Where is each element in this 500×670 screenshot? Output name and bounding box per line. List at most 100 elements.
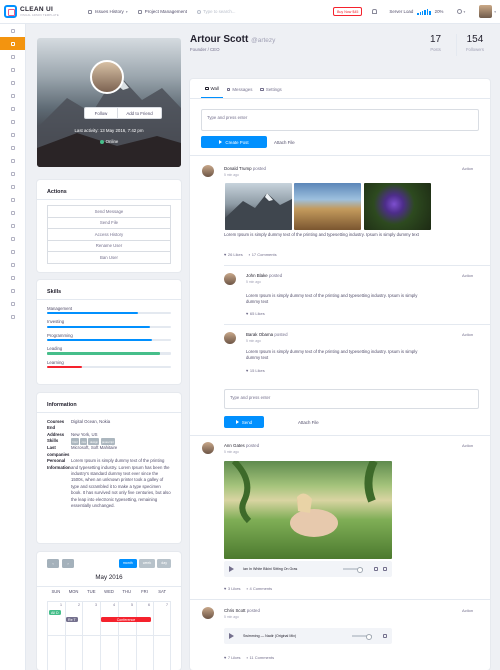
calendar-next-button[interactable]: › — [62, 559, 74, 568]
help-icon — [10, 301, 15, 306]
sidebar-item-21[interactable] — [0, 310, 25, 323]
ban-user-button[interactable]: Ban User — [47, 251, 171, 264]
avatar[interactable] — [202, 607, 214, 619]
download-icon[interactable] — [383, 567, 387, 571]
calendar-date[interactable]: 5 — [131, 603, 133, 607]
sidebar-item-9[interactable] — [0, 154, 25, 167]
audio-player[interactable]: Ian In White Bikini Sitting On Gras — [224, 561, 392, 577]
avatar[interactable] — [224, 273, 236, 285]
sidebar-item-4[interactable] — [0, 89, 25, 102]
language-selector[interactable]: ▾ — [457, 9, 465, 14]
play-icon[interactable] — [229, 633, 234, 639]
calendar-day-button[interactable]: day — [157, 559, 171, 568]
attach-file-link[interactable]: Attach File — [298, 420, 319, 425]
post-input[interactable]: Type and press enter — [201, 109, 479, 131]
sidebar-item-6[interactable] — [0, 115, 25, 128]
calendar-month-button[interactable]: month — [118, 559, 137, 568]
volume-slider[interactable] — [343, 567, 363, 572]
sidebar-item-8[interactable] — [0, 141, 25, 154]
follow-button[interactable]: Follow — [84, 107, 118, 119]
volume-slider[interactable] — [352, 634, 372, 639]
post-image-beach[interactable] — [224, 461, 392, 559]
sidebar-item-profile[interactable] — [0, 37, 25, 50]
rename-user-button[interactable]: Rename User — [47, 239, 171, 252]
avatar[interactable] — [202, 165, 214, 177]
globe-icon — [457, 9, 463, 14]
sidebar-item-20[interactable] — [0, 297, 25, 310]
sidebar-item-3[interactable] — [0, 76, 25, 89]
followers-stat: 154 Followers — [466, 34, 484, 52]
sidebar-item-14[interactable] — [0, 219, 25, 232]
send-message-button[interactable]: Send Message — [47, 205, 171, 218]
tab-messages[interactable]: Messages — [223, 87, 257, 98]
post-image-flower[interactable] — [364, 183, 431, 230]
calendar-week-button[interactable]: week — [138, 559, 156, 568]
bell-icon[interactable] — [372, 9, 378, 14]
issues-history-link[interactable]: Issues History ▾ — [88, 9, 128, 14]
post-action-dropdown[interactable]: Action — [462, 443, 473, 448]
sidebar-item-11[interactable] — [0, 180, 25, 193]
calendar-date[interactable]: 3 — [95, 603, 97, 607]
sidebar-item-2[interactable] — [0, 63, 25, 76]
sidebar-item-1[interactable] — [0, 50, 25, 63]
chevron-down-icon[interactable]: ▾ — [494, 10, 496, 14]
sidebar-item-15[interactable] — [0, 232, 25, 245]
sidebar-item-5[interactable] — [0, 102, 25, 115]
sidebar-item-10[interactable] — [0, 167, 25, 180]
add-friend-button[interactable]: Add to Friend — [118, 107, 162, 119]
heart-icon[interactable]: ♥ — [224, 655, 226, 660]
project-management-link[interactable]: Project Management — [137, 9, 187, 14]
attach-file-link[interactable]: Attach File — [274, 140, 295, 145]
heart-icon[interactable]: ♥ — [224, 586, 226, 591]
calendar-date[interactable]: 2 — [78, 603, 80, 607]
avatar[interactable] — [202, 442, 214, 454]
reply-input[interactable]: Type and press enter — [224, 389, 479, 409]
send-file-button[interactable]: Send File — [47, 216, 171, 229]
heart-icon[interactable]: ♥ — [246, 368, 248, 373]
sidebar-item-12[interactable] — [0, 193, 25, 206]
sidebar-item-13[interactable] — [0, 206, 25, 219]
search-input[interactable]: Type to search... — [197, 9, 293, 14]
actions-title: Actions — [37, 180, 181, 200]
comment-icon[interactable]: ▪ — [247, 655, 248, 660]
heart-icon[interactable]: ♥ — [224, 252, 226, 257]
send-button[interactable]: Send — [224, 416, 264, 428]
comment-icon[interactable]: ▪ — [247, 586, 248, 591]
post-action-dropdown[interactable]: Action — [462, 608, 473, 613]
sidebar-item-19[interactable] — [0, 284, 25, 297]
grid-icon — [10, 80, 15, 85]
post-image-bike[interactable] — [294, 183, 361, 230]
sidebar-item-18[interactable] — [0, 271, 25, 284]
sidebar-item-7[interactable] — [0, 128, 25, 141]
logo[interactable]: CLEAN UI VISUAL ADMIN TEMPLATE — [0, 5, 88, 18]
post-action-dropdown[interactable]: Action — [462, 273, 473, 278]
loop-icon[interactable] — [374, 567, 378, 571]
buy-now-button[interactable]: Buy Now $45 — [333, 7, 363, 16]
audio-player[interactable]: Swimming — Nadir (Original Mix) — [224, 628, 392, 644]
play-icon[interactable] — [229, 566, 234, 572]
calendar-prev-button[interactable]: ‹ — [47, 559, 59, 568]
sidebar-item-17[interactable] — [0, 258, 25, 271]
calendar-date[interactable]: 1 — [60, 603, 62, 607]
post-image-mountain[interactable] — [225, 183, 292, 230]
calendar-event[interactable]: Conference — [101, 617, 151, 623]
post-action-dropdown[interactable]: Action — [462, 332, 473, 337]
download-icon[interactable] — [383, 634, 387, 638]
calendar-date[interactable]: 6 — [148, 603, 150, 607]
comment-icon[interactable]: ▪ — [249, 252, 250, 257]
calendar-event[interactable]: Re T — [66, 617, 78, 623]
post-action-dropdown[interactable]: Action — [462, 166, 473, 171]
sidebar-item-dashboard[interactable] — [0, 24, 25, 37]
avatar[interactable] — [224, 332, 236, 344]
access-history-button[interactable]: Access History — [47, 228, 171, 241]
calendar-date[interactable]: 4 — [113, 603, 115, 607]
heart-icon[interactable]: ♥ — [246, 311, 248, 316]
create-post-button[interactable]: Create Post — [201, 136, 267, 148]
tab-settings[interactable]: Settings — [256, 87, 285, 98]
calendar-date[interactable]: 7 — [166, 603, 168, 607]
sidebar-item-16[interactable] — [0, 245, 25, 258]
calendar-event[interactable]: All D — [49, 610, 61, 616]
calendar-icon — [10, 132, 15, 137]
user-avatar[interactable] — [479, 5, 493, 18]
tab-wall[interactable]: Wall — [201, 86, 223, 98]
